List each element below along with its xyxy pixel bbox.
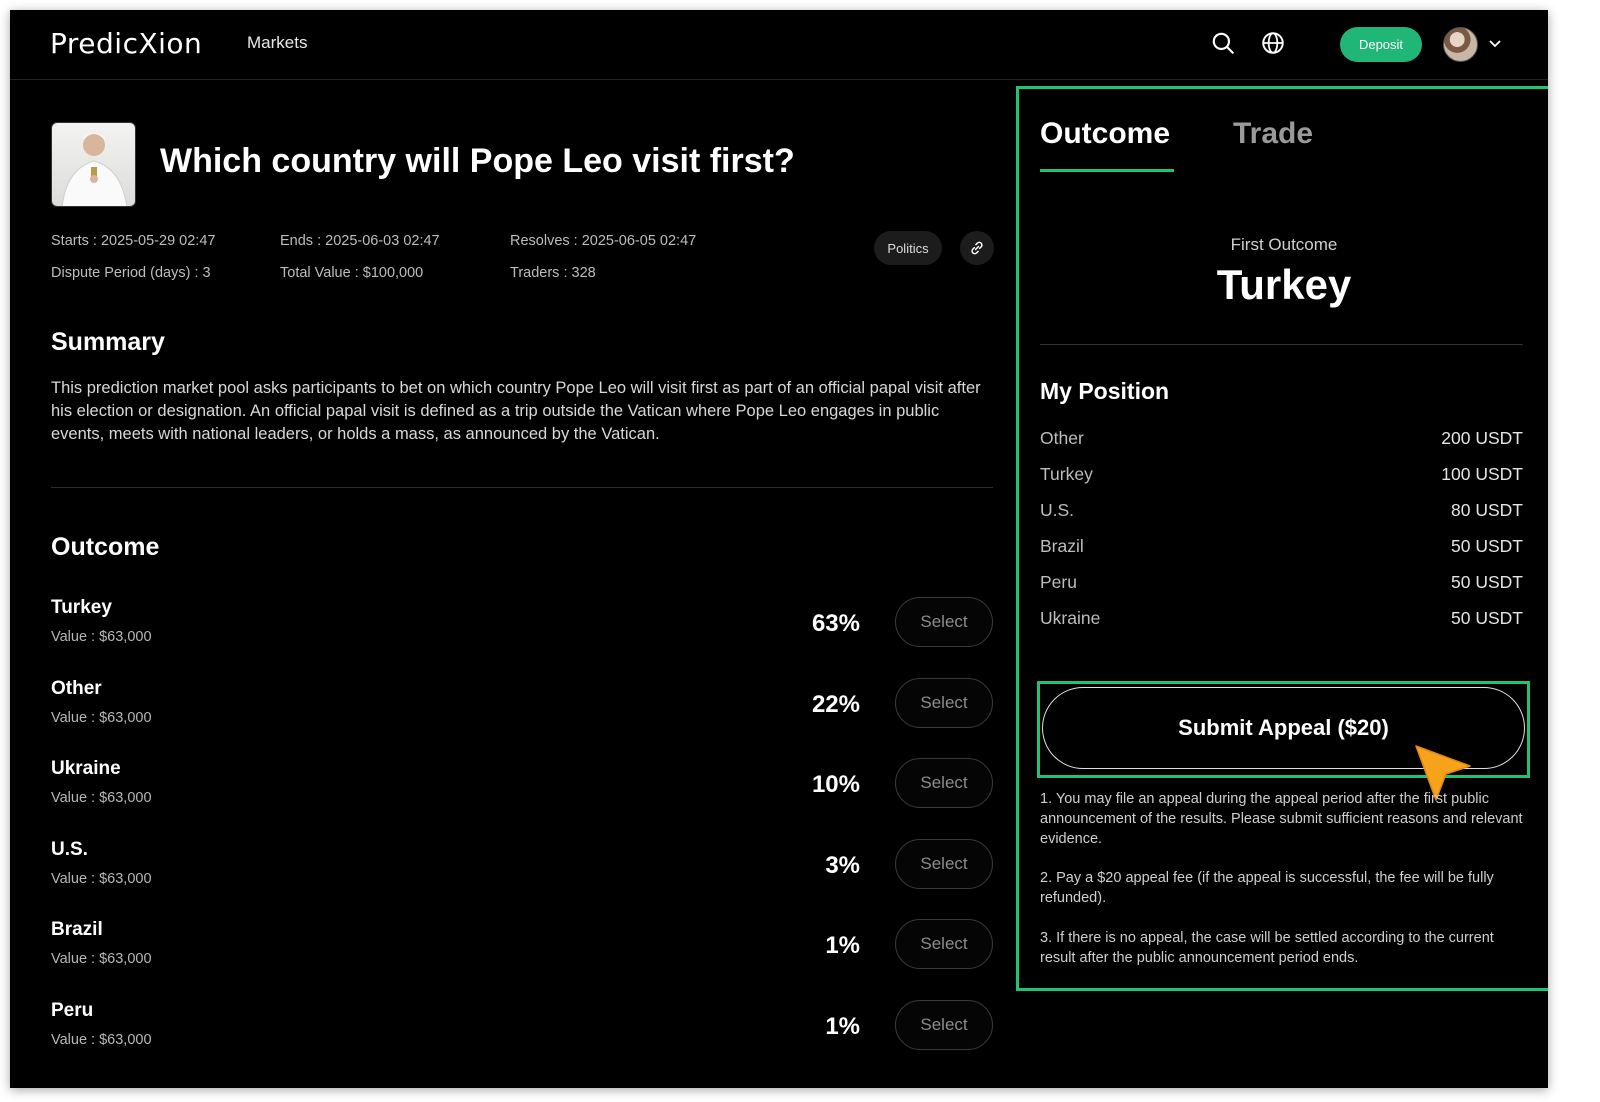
outcome-row: Ukraine Value : $63,000 10% Select [51, 758, 993, 818]
outcome-percent: 1% [825, 1013, 860, 1040]
position-amount: 50 USDT [1451, 572, 1523, 592]
deposit-button[interactable]: Deposit [1340, 27, 1422, 62]
meta-traders: Traders : 328 [510, 265, 596, 281]
outcome-row: U.S. Value : $63,000 3% Select [51, 839, 993, 899]
active-tab-indicator [1040, 169, 1174, 172]
outcome-value: Value : $63,000 [51, 710, 152, 726]
outcome-row: Other Value : $63,000 22% Select [51, 678, 993, 738]
position-row: Ukraine 50 USDT [1040, 608, 1523, 634]
appeal-note-2: 2. Pay a $20 appeal fee (if the appeal i… [1040, 870, 1494, 906]
logo-text: PredicXion [50, 26, 203, 60]
outcome-row: Peru Value : $63,000 1% Select [51, 1000, 993, 1060]
outcome-name: Other [51, 678, 102, 699]
position-amount: 50 USDT [1451, 608, 1523, 628]
link-icon [971, 241, 983, 255]
select-button[interactable]: Select [895, 678, 993, 728]
avatar[interactable] [1443, 27, 1478, 62]
summary-heading: Summary [51, 328, 165, 356]
outcome-value: Value : $63,000 [51, 871, 152, 887]
position-row: Other 200 USDT [1040, 428, 1523, 454]
outcome-name: Ukraine [51, 758, 121, 779]
outcome-percent: 1% [825, 932, 860, 959]
select-button[interactable]: Select [895, 1000, 993, 1050]
appeal-note-1: 1. You may file an appeal during the app… [1040, 791, 1523, 847]
select-button[interactable]: Select [895, 839, 993, 889]
outcome-percent: 10% [811, 771, 860, 798]
position-row: Turkey 100 USDT [1040, 464, 1523, 490]
outcome-name: Turkey [51, 597, 112, 618]
meta-resolves: Resolves : 2025-06-05 02:47 [510, 233, 697, 249]
position-row: U.S. 80 USDT [1040, 500, 1523, 526]
divider [1040, 344, 1523, 345]
position-name: U.S. [1040, 500, 1075, 520]
outcome-row: Brazil Value : $63,000 1% Select [51, 919, 993, 979]
first-outcome-label: First Outcome [1230, 235, 1338, 254]
position-name: Brazil [1040, 536, 1084, 556]
chevron-down-icon[interactable] [1488, 37, 1502, 51]
logo[interactable]: PredicXion [50, 23, 202, 63]
summary-text: This prediction market pool asks partici… [51, 379, 981, 443]
outcome-percent: 22% [811, 691, 860, 718]
position-name: Turkey [1040, 464, 1093, 484]
meta-starts: Starts : 2025-05-29 02:47 [51, 233, 216, 249]
position-amount: 50 USDT [1451, 536, 1523, 556]
outcome-percent: 63% [811, 610, 860, 637]
outcome-percent: 3% [825, 852, 860, 879]
select-button[interactable]: Select [895, 919, 993, 969]
outcome-value: Value : $63,000 [51, 1032, 152, 1048]
position-name: Other [1040, 428, 1084, 448]
market-thumbnail [51, 122, 136, 207]
outcome-value: Value : $63,000 [51, 629, 152, 645]
outcome-panel: Outcome Trade First Outcome Turkey My Po… [1016, 86, 1548, 991]
outcome-value: Value : $63,000 [51, 951, 152, 967]
tab-trade[interactable]: Trade [1233, 117, 1313, 151]
app-window: PredicXion Markets Deposit Which country… [10, 10, 1548, 1088]
globe-icon[interactable] [1260, 30, 1286, 56]
meta-total-value: Total Value : $100,000 [280, 265, 424, 281]
divider [51, 487, 993, 488]
tag-politics[interactable]: Politics [874, 231, 942, 265]
outcome-row: Turkey Value : $63,000 63% Select [51, 597, 993, 657]
meta-ends: Ends : 2025-06-03 02:47 [280, 233, 440, 249]
copy-link-button[interactable] [960, 231, 994, 265]
first-outcome-value: Turkey [1216, 261, 1352, 308]
outcome-name: Peru [51, 1000, 94, 1021]
meta-dispute: Dispute Period (days) : 3 [51, 265, 211, 281]
top-nav: PredicXion Markets Deposit [10, 10, 1548, 80]
position-name: Peru [1040, 572, 1077, 592]
outcome-value: Value : $63,000 [51, 790, 152, 806]
position-amount: 100 USDT [1441, 464, 1523, 484]
position-amount: 200 USDT [1441, 428, 1523, 448]
position-row: Brazil 50 USDT [1040, 536, 1523, 562]
outcome-name: Brazil [51, 919, 103, 940]
position-name: Ukraine [1040, 608, 1101, 628]
outcome-heading: Outcome [51, 533, 160, 561]
market-title: Which country will Pope Leo visit first? [160, 142, 795, 180]
search-icon[interactable] [1210, 30, 1236, 56]
select-button[interactable]: Select [895, 597, 993, 647]
outcome-name: U.S. [51, 839, 88, 860]
position-row: Peru 50 USDT [1040, 572, 1523, 598]
position-amount: 80 USDT [1451, 500, 1523, 520]
tab-outcome[interactable]: Outcome [1040, 117, 1170, 151]
select-button[interactable]: Select [895, 758, 993, 808]
my-position-heading: My Position [1040, 378, 1170, 404]
appeal-note-3: 3. If there is no appeal, the case will … [1040, 930, 1494, 966]
nav-markets-link[interactable]: Markets [247, 33, 307, 53]
